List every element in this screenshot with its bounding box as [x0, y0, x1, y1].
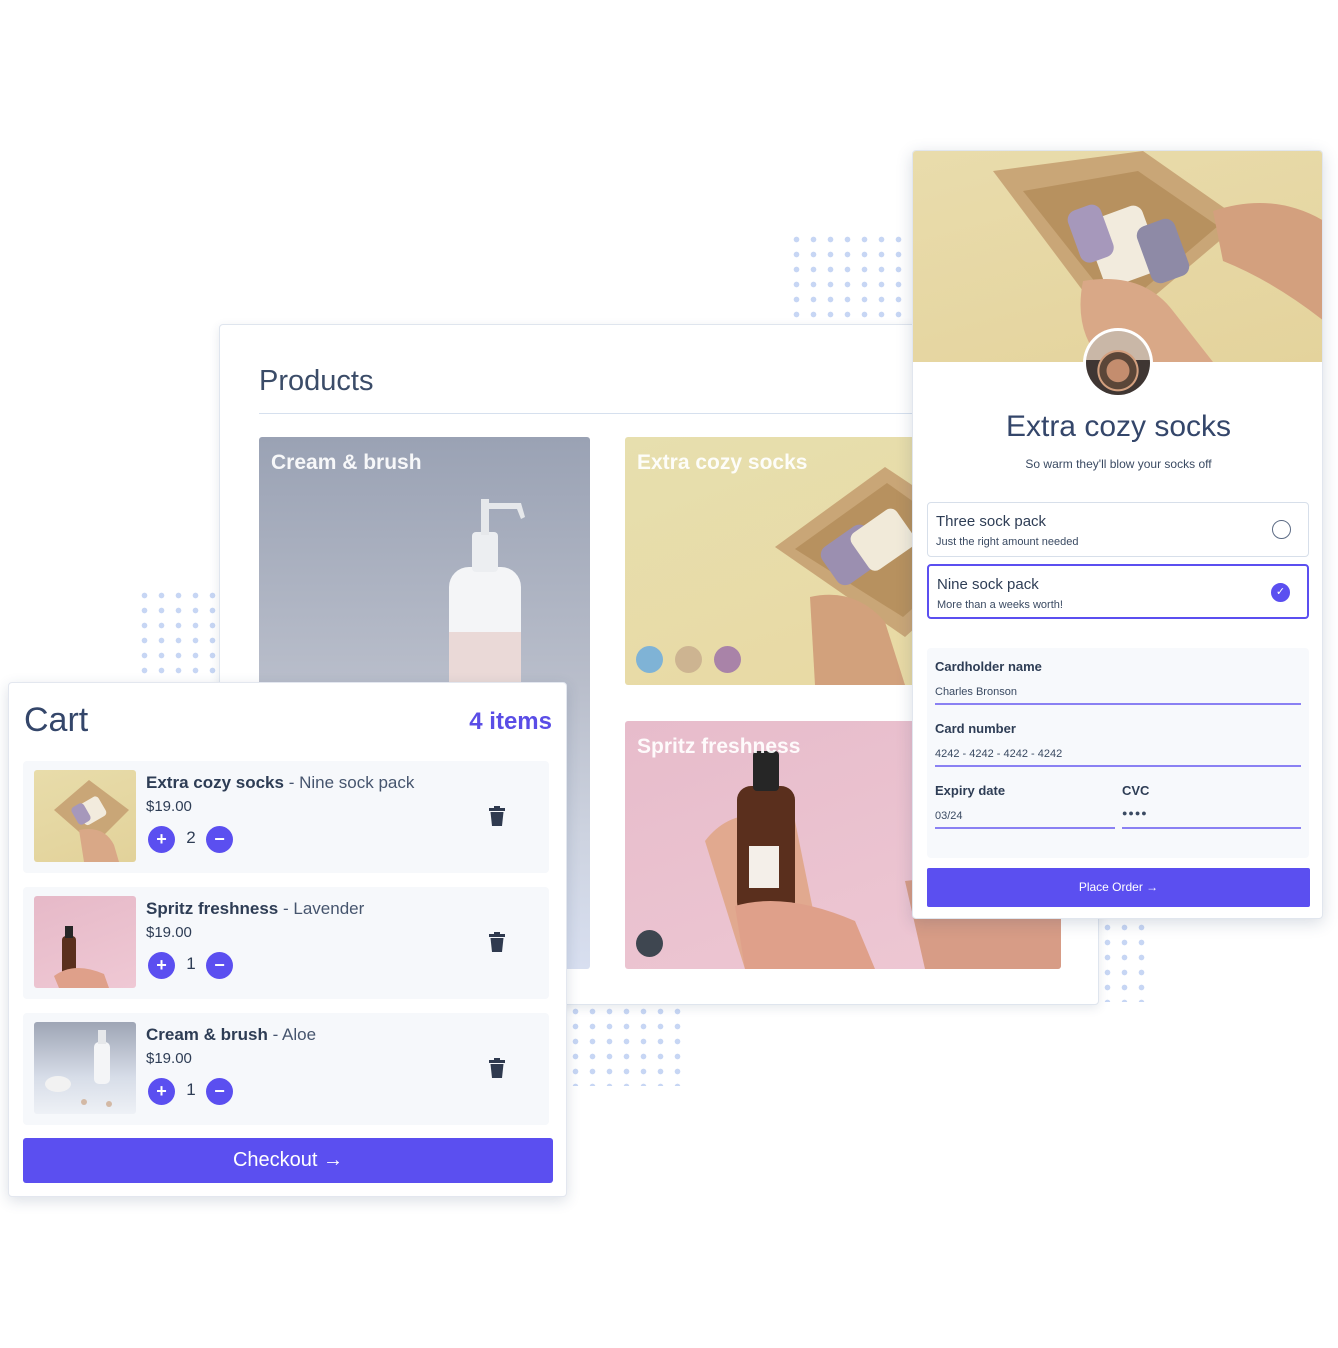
quantity-value: 1 [186, 1080, 196, 1099]
increase-quantity-button[interactable]: + [148, 952, 175, 979]
option-nine-sock-pack[interactable]: Nine sock pack More than a weeks worth! … [927, 564, 1309, 619]
decrease-quantity-button[interactable]: − [206, 952, 233, 979]
cart-item-name: Spritz freshness - Lavender [146, 899, 365, 918]
field-underline [935, 827, 1115, 829]
cart-item-price: $19.00 [146, 924, 192, 941]
cardholder-label: Cardholder name [935, 659, 1042, 674]
payment-form: Cardholder name Charles Bronson Card num… [927, 648, 1309, 858]
cart-item-price: $19.00 [146, 1050, 192, 1067]
card-number-label: Card number [935, 721, 1016, 736]
cart-panel: Cart 4 items Extra cozy socks - Nine soc… [8, 682, 567, 1197]
decor-dots [136, 588, 220, 682]
product-card-title: Extra cozy socks [637, 451, 808, 474]
product-card-title: Spritz freshness [637, 735, 801, 758]
expiry-label: Expiry date [935, 783, 1006, 798]
cart-item-price: $19.00 [146, 798, 192, 815]
cart-item-name: Cream & brush - Aloe [146, 1025, 317, 1044]
option-title: Nine sock pack [937, 576, 1039, 593]
decrease-quantity-button[interactable]: − [206, 1078, 233, 1105]
option-three-sock-pack[interactable]: Three sock pack Just the right amount ne… [927, 502, 1309, 557]
radio-icon[interactable] [1272, 520, 1291, 539]
cvc-field[interactable]: ●●●● [1122, 808, 1148, 818]
product-card-title: Cream & brush [271, 451, 422, 474]
field-underline [935, 765, 1301, 767]
increase-quantity-button[interactable]: + [148, 826, 175, 853]
option-description: Just the right amount needed [936, 536, 1079, 548]
trash-icon[interactable] [489, 806, 505, 826]
card-number-field[interactable]: 4242 - 4242 - 4242 - 4242 [935, 748, 1062, 760]
cart-item-count: 4 items [469, 708, 552, 735]
product-title: Extra cozy socks [1005, 410, 1232, 443]
option-description: More than a weeks worth! [937, 599, 1063, 611]
checkout-button[interactable]: Checkout → [23, 1138, 553, 1183]
cardholder-field[interactable]: Charles Bronson [935, 686, 1017, 698]
quantity-value: 1 [186, 954, 196, 973]
color-swatch-tan[interactable] [675, 646, 702, 673]
product-subtitle: So warm they'll blow your socks off [1025, 457, 1212, 471]
cvc-label: CVC [1122, 783, 1150, 798]
trash-icon[interactable] [489, 1058, 505, 1078]
field-underline [935, 703, 1301, 705]
color-swatch-blue[interactable] [636, 646, 663, 673]
place-order-button[interactable]: Place Order → [927, 868, 1310, 907]
cart-item: Spritz freshness - Lavender $19.00 + 1 − [23, 887, 549, 999]
cart-item: Cream & brush - Aloe $19.00 + 1 − [23, 1013, 549, 1125]
cart-title: Cart [24, 701, 89, 739]
cart-item: Extra cozy socks - Nine sock pack $19.00… [23, 761, 549, 873]
trash-icon[interactable] [489, 932, 505, 952]
color-swatch-purple[interactable] [714, 646, 741, 673]
decor-dots [788, 232, 913, 324]
decrease-quantity-button[interactable]: − [206, 826, 233, 853]
avatar [1083, 328, 1153, 398]
decor-dots [567, 1004, 685, 1086]
field-underline [1122, 827, 1301, 829]
option-title: Three sock pack [936, 513, 1047, 530]
decor-dots [1099, 920, 1155, 1002]
product-detail-panel: Extra cozy socks So warm they'll blow yo… [912, 150, 1323, 919]
product-thumbnail [34, 1022, 136, 1114]
quantity-value: 2 [186, 828, 196, 847]
product-thumbnail [34, 896, 136, 988]
color-swatch-dark[interactable] [636, 930, 663, 957]
increase-quantity-button[interactable]: + [148, 1078, 175, 1105]
checked-radio-icon[interactable]: ✓ [1271, 583, 1290, 602]
product-thumbnail [34, 770, 136, 862]
expiry-field[interactable]: 03/24 [935, 810, 963, 822]
page-title: Products [259, 365, 374, 397]
cart-item-name: Extra cozy socks - Nine sock pack [146, 773, 415, 792]
